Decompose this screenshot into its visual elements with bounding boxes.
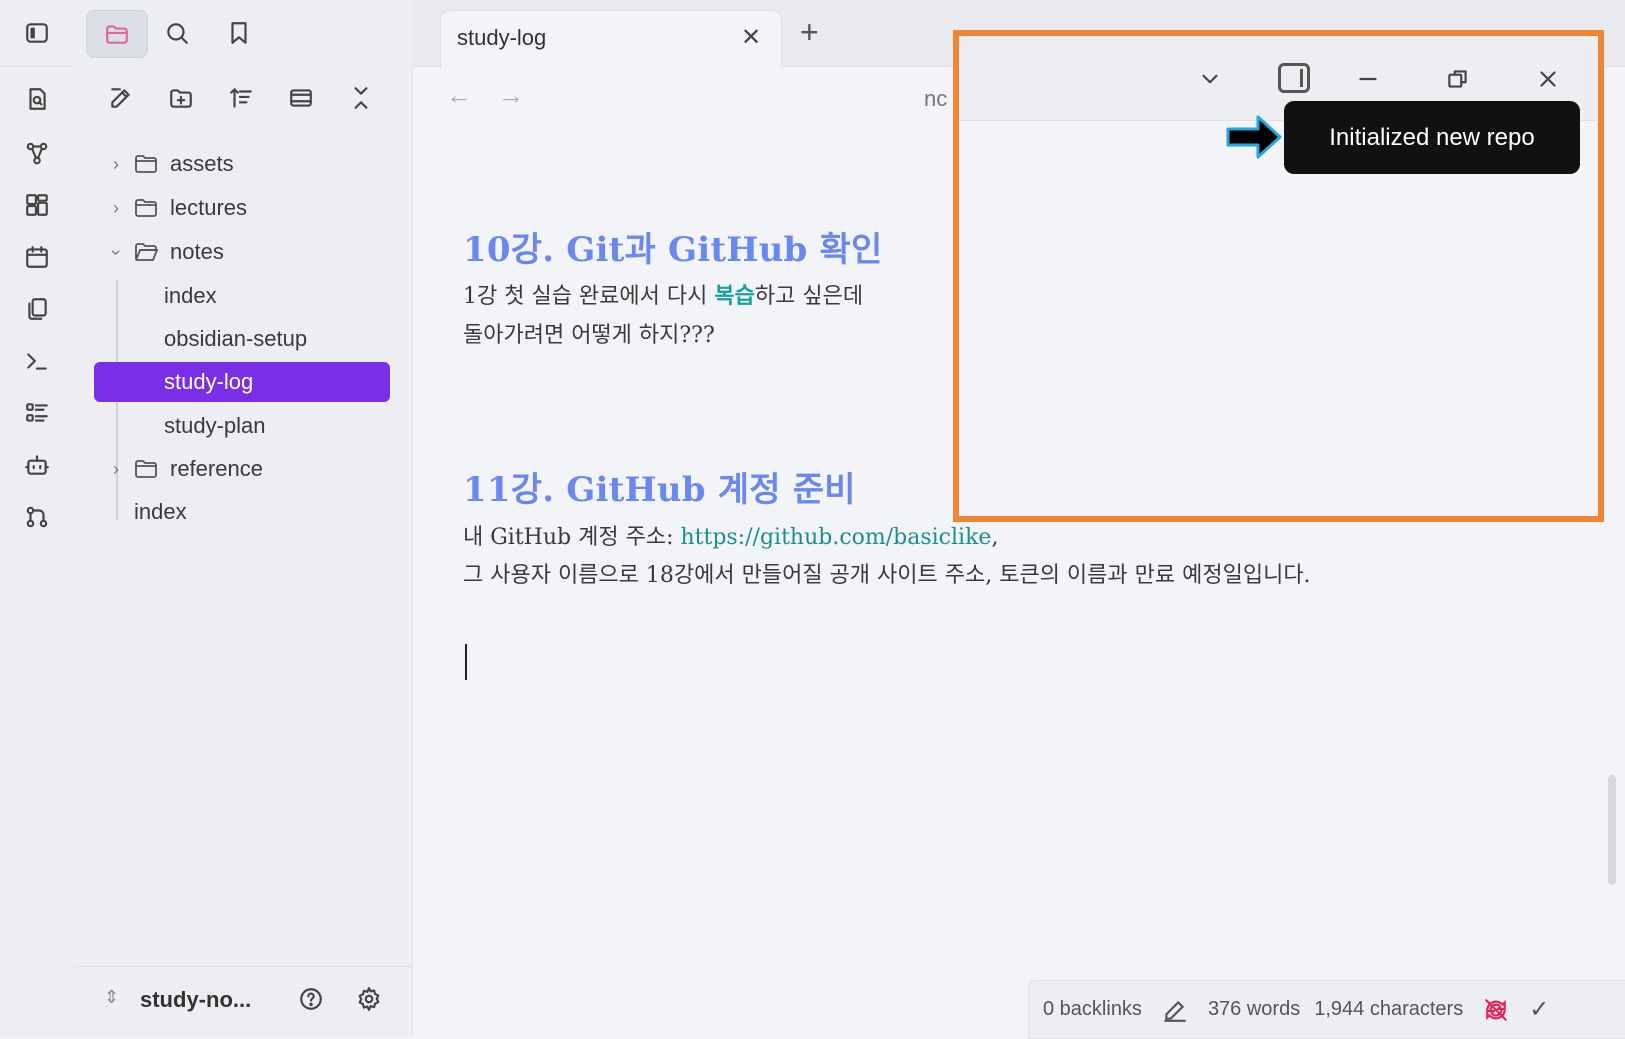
folder-icon [134, 198, 160, 218]
arrow-right-icon [1226, 113, 1282, 161]
back-button[interactable]: ← [446, 80, 472, 111]
sidebar-toggle-icon[interactable] [22, 18, 52, 48]
tree-file-index-root[interactable]: index [134, 492, 187, 532]
folder-icon [134, 459, 160, 479]
highlighted-text: 복습 [714, 283, 755, 309]
help-icon[interactable] [296, 984, 326, 1014]
tree-item-label: index [134, 499, 187, 524]
tree-item-label: reference [170, 456, 263, 481]
character-count: 1,944 characters [1314, 998, 1464, 1020]
paragraph-2: 내 GitHub 계정 주소: https://github.com/basic… [463, 518, 998, 558]
folder-icon [102, 19, 132, 49]
text: 하고 싶은데 [754, 284, 864, 309]
canvas-icon[interactable] [22, 190, 52, 220]
tree-file-study-log[interactable]: study-log [94, 362, 390, 402]
restore-icon[interactable] [1443, 64, 1473, 94]
text: 1강 첫 실습 완료에서 다시 [463, 284, 715, 309]
forward-button[interactable]: → [498, 80, 524, 111]
check-icon: ✓ [1529, 996, 1550, 1023]
folder-icon [134, 154, 160, 174]
heading-lecture-11: 11강. GitHub 계정 준비 [463, 470, 856, 510]
collapse-all-icon[interactable] [346, 83, 376, 113]
edit-mode-icon[interactable] [1162, 997, 1188, 1023]
tree-item-label: obsidian-setup [164, 326, 308, 351]
chevron-right-icon: › [113, 458, 119, 479]
new-note-icon[interactable] [106, 83, 136, 113]
tree-folder-reference[interactable]: › reference [106, 449, 263, 489]
text-cursor [465, 644, 467, 680]
vault-switcher-icon[interactable]: ⇕ [104, 987, 119, 1008]
tree-item-label: assets [170, 151, 234, 176]
sidebar-tab-header [74, 0, 412, 67]
tree-item-label: study-plan [164, 413, 266, 438]
backlinks-count[interactable]: 0 backlinks [1043, 998, 1142, 1021]
tree-file-obsidian-setup[interactable]: obsidian-setup [164, 319, 307, 359]
new-tab-button[interactable]: + [800, 14, 819, 51]
tree-item-label: study-log [164, 369, 254, 394]
tree-file-study-plan[interactable]: study-plan [164, 406, 266, 446]
minimize-icon[interactable] [1353, 64, 1383, 94]
close-icon[interactable] [1533, 64, 1563, 94]
chevron-right-icon: › [113, 197, 119, 218]
graph-view-icon[interactable] [22, 138, 52, 168]
open-quick-switcher-icon[interactable] [22, 84, 52, 114]
github-link[interactable]: https://github.com/basiclike [680, 525, 991, 550]
word-count: 376 words [1207, 998, 1301, 1020]
toggle-sidebar-icon[interactable] [1278, 63, 1310, 93]
bot-icon[interactable] [22, 450, 52, 480]
text: 내 GitHub 계정 주소: [463, 525, 681, 550]
search-icon[interactable] [162, 18, 192, 48]
heading-lecture-10: 10강. Git과 GitHub 확인 [463, 230, 883, 270]
outline-icon[interactable] [22, 398, 52, 428]
vault-footer: ⇕ study-no... [74, 966, 412, 1038]
chevron-down-icon[interactable] [1195, 64, 1225, 94]
chevron-right-icon: › [113, 153, 119, 174]
chevron-down-icon: › [106, 249, 127, 255]
tree-item-label: index [164, 283, 217, 308]
tab-study-log[interactable]: study-log ✕ [440, 10, 782, 68]
daily-note-icon[interactable] [22, 242, 52, 272]
status-bar: 0 backlinks 376 words 1,944 characters ✓ [1028, 980, 1625, 1039]
paragraph-2-line2: 그 사용자 이름으로 18강에서 만들어질 공개 사이트 주소, 토큰의 이름과… [463, 563, 1311, 588]
tree-folder-assets[interactable]: › assets [106, 144, 234, 184]
sort-icon[interactable] [226, 83, 256, 113]
paragraph-1-line2: 돌아가려면 어떻게 하지??? [463, 323, 715, 348]
settings-gear-icon[interactable] [354, 984, 384, 1014]
tree-folder-lectures[interactable]: › lectures [106, 188, 247, 228]
tree-item-label: lectures [170, 195, 248, 220]
files-tab[interactable] [86, 10, 148, 58]
vault-name[interactable]: study-no... [140, 987, 251, 1013]
tree-folder-notes[interactable]: › notes [106, 232, 224, 272]
tree-item-label: notes [170, 239, 224, 264]
git-icon[interactable] [22, 502, 52, 532]
ribbon [0, 0, 75, 1037]
text: , [991, 525, 999, 550]
auto-reveal-icon[interactable] [286, 83, 316, 113]
templates-icon[interactable] [22, 294, 52, 324]
bookmark-icon[interactable] [224, 18, 254, 48]
tree-file-index[interactable]: index [164, 276, 217, 316]
command-palette-icon[interactable] [22, 346, 52, 376]
file-explorer: › assets › lectures › notes index obsidi… [74, 66, 413, 1037]
sync-off-icon[interactable] [1483, 997, 1509, 1023]
scrollbar-thumb[interactable] [1608, 775, 1616, 885]
notification-tooltip: Initialized new repo [1284, 101, 1580, 174]
new-folder-icon[interactable] [166, 83, 196, 113]
paragraph-1: 1강 첫 실습 완료에서 다시 복습하고 싶은데 [463, 276, 863, 317]
breadcrumb[interactable]: nc [924, 86, 947, 112]
tab-title: study-log [457, 25, 547, 50]
tab-close-icon[interactable]: ✕ [741, 23, 761, 52]
folder-open-icon [134, 242, 160, 262]
